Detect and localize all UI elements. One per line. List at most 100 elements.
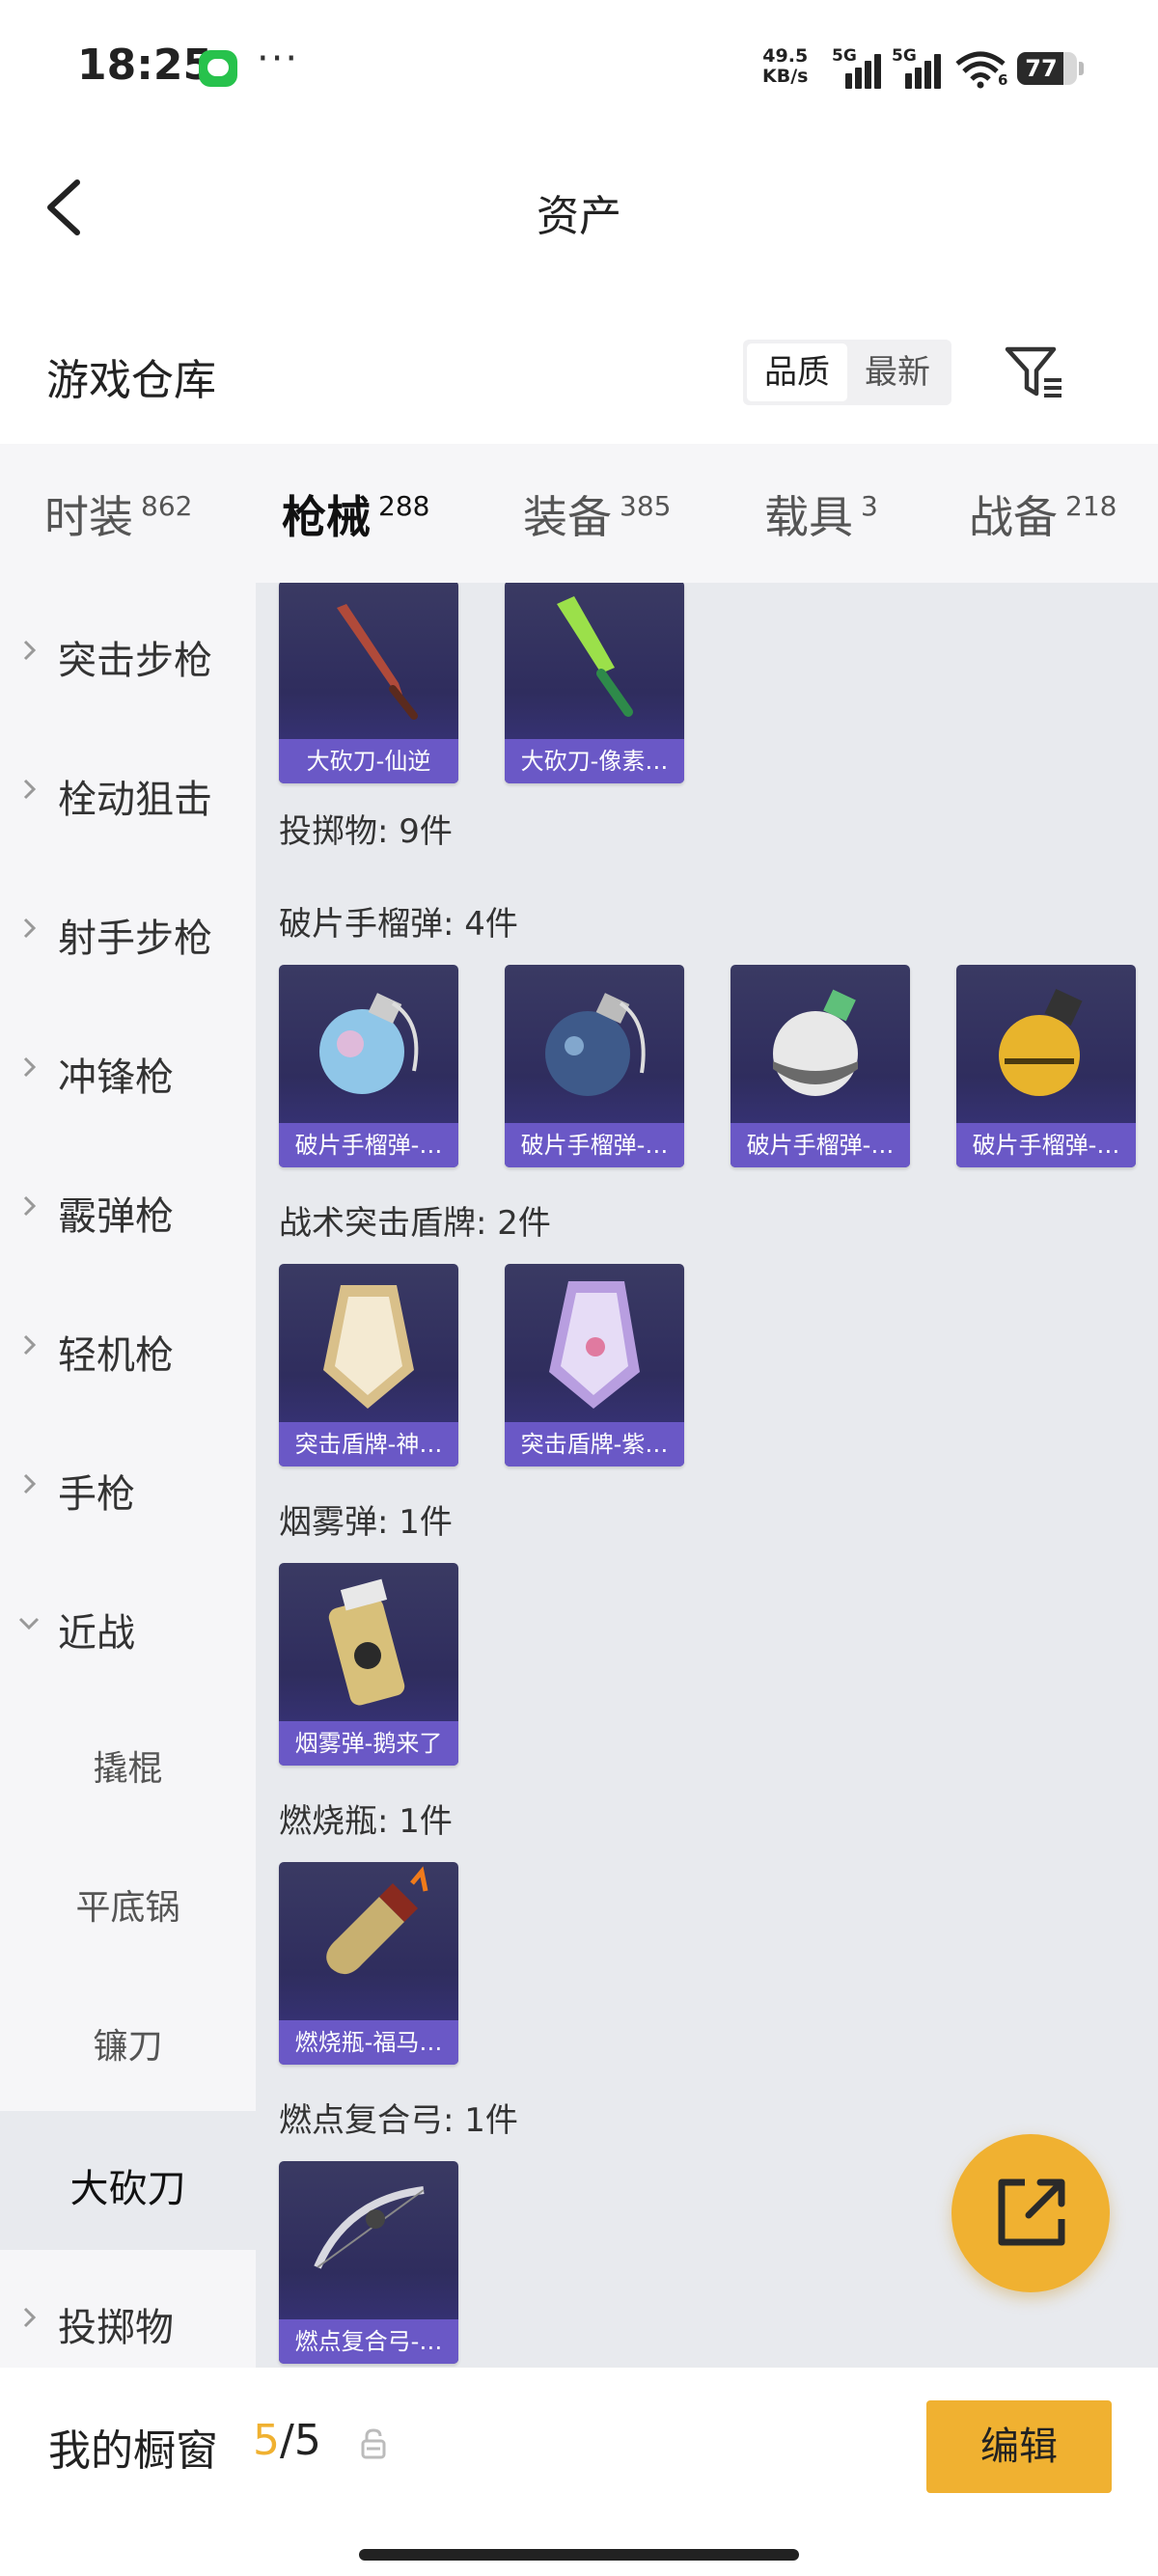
sidebar-item-melee[interactable]: 近战	[0, 1555, 256, 1694]
item-card[interactable]: 烟雾弹-鹅来了	[279, 1563, 458, 1766]
tab-count: 862	[141, 490, 193, 522]
tab-firearms[interactable]: 枪械 288	[282, 482, 430, 589]
message-app-icon	[199, 50, 237, 87]
item-caption: 破片手榴弹-…	[956, 1123, 1136, 1167]
filter-icon[interactable]	[1004, 343, 1065, 401]
sidebar-item-label: 投掷物	[58, 2306, 174, 2350]
tab-count: 385	[620, 490, 672, 522]
item-card[interactable]: 破片手榴弹-…	[731, 965, 910, 1167]
item-caption: 突击盾牌-紫…	[505, 1422, 684, 1466]
network-speed-unit: KB/s	[762, 66, 809, 87]
status-bar: 18:25 ··· 49.5 KB/s 5G 5G 6 77	[0, 0, 1158, 135]
warehouse-title: 游戏仓库	[46, 356, 216, 405]
battery-icon: 77	[1017, 52, 1077, 85]
machete-green-icon	[557, 596, 633, 717]
item-caption: 破片手榴弹-…	[731, 1123, 910, 1167]
sidebar-item-pistol[interactable]: 手枪	[0, 1416, 256, 1555]
network-speed: 49.5 KB/s	[762, 46, 808, 87]
grenade-gold-icon	[999, 988, 1083, 1096]
chevron-right-icon	[23, 1056, 37, 1078]
share-icon	[998, 2179, 1065, 2246]
tab-label: 枪械	[282, 491, 371, 543]
grenade-white-icon	[773, 989, 858, 1096]
sidebar-item-label: 近战	[58, 1611, 135, 1656]
item-card[interactable]: 燃烧瓶-福马…	[279, 1862, 458, 2065]
share-button[interactable]	[951, 2134, 1110, 2292]
compound-bow-icon	[314, 2186, 425, 2269]
item-card[interactable]: 大砍刀-仙逆	[279, 583, 458, 783]
tab-vehicles[interactable]: 载具 3	[764, 482, 878, 546]
wifi-label: 6	[998, 71, 1008, 89]
sidebar-item-bolt-sniper[interactable]: 栓动狙击	[0, 722, 256, 861]
tab-battle-gear[interactable]: 战备 218	[969, 482, 1117, 546]
sidebar-item-label: 射手步枪	[58, 917, 212, 961]
item-card[interactable]: 突击盾牌-紫…	[505, 1264, 684, 1466]
sidebar-item-label: 栓动狙击	[58, 778, 212, 822]
item-card[interactable]: 破片手榴弹-…	[279, 965, 458, 1167]
sidebar-item-label: 镰刀	[93, 2027, 163, 2067]
item-card[interactable]: 燃点复合弓-…	[279, 2161, 458, 2364]
sidebar-item-label: 大砍刀	[69, 2167, 186, 2211]
tab-label: 装备	[523, 491, 612, 543]
sidebar-item-label: 冲锋枪	[58, 1055, 174, 1100]
chevron-right-icon	[23, 2307, 37, 2328]
tab-fashion[interactable]: 时装 862	[44, 482, 192, 546]
item-caption: 烟雾弹-鹅来了	[279, 1721, 458, 1766]
section-heading: 投掷物: 9件	[279, 812, 453, 851]
item-card[interactable]: 大砍刀-像素…	[505, 583, 684, 783]
home-indicator[interactable]	[359, 2549, 799, 2561]
sidebar-item-label: 轻机枪	[58, 1333, 174, 1378]
shield-purple-icon	[549, 1281, 640, 1409]
grenade-dark-icon	[545, 993, 646, 1096]
showcase-total: /5	[280, 2416, 321, 2465]
section-heading: 破片手榴弹: 4件	[279, 905, 518, 944]
chevron-right-icon	[23, 1473, 37, 1494]
sort-quality-button[interactable]: 品质	[747, 343, 847, 401]
item-caption: 燃点复合弓-…	[279, 2319, 458, 2364]
chevron-right-icon	[23, 640, 37, 661]
sidebar-item-assault-rifle[interactable]: 突击步枪	[0, 583, 256, 722]
sidebar-subitem-sickle[interactable]: 镰刀	[0, 1972, 256, 2111]
tab-equipment[interactable]: 装备 385	[523, 482, 671, 546]
sidebar-item-marksman-rifle[interactable]: 射手步枪	[0, 861, 256, 1000]
section-heading: 战术突击盾牌: 2件	[279, 1204, 551, 1243]
sidebar-subitem-frying-pan[interactable]: 平底锅	[0, 1833, 256, 1972]
showcase-current: 5	[253, 2416, 280, 2465]
sort-newest-button[interactable]: 最新	[847, 343, 948, 401]
chevron-right-icon	[23, 918, 37, 939]
machete-red-icon	[337, 604, 418, 720]
showcase-label: 我的橱窗	[48, 2426, 218, 2476]
page-title: 资产	[537, 192, 621, 241]
section-heading: 燃烧瓶: 1件	[279, 1802, 453, 1841]
item-card[interactable]: 破片手榴弹-…	[505, 965, 684, 1167]
signal-2-label: 5G	[892, 46, 917, 66]
item-caption: 破片手榴弹-…	[279, 1123, 458, 1167]
smoke-grenade-icon	[328, 1578, 405, 1706]
item-caption: 突击盾牌-神…	[279, 1422, 458, 1466]
tab-label: 时装	[44, 491, 133, 543]
molotov-icon	[326, 1866, 428, 1975]
edit-button[interactable]: 编辑	[926, 2400, 1112, 2493]
tab-count: 288	[378, 490, 430, 522]
sidebar-item-label: 撬棍	[93, 1749, 163, 1789]
sidebar-subitem-crowbar[interactable]: 撬棍	[0, 1694, 256, 1833]
sort-toggle: 品质 最新	[743, 340, 951, 405]
item-card[interactable]: 突击盾牌-神…	[279, 1264, 458, 1466]
sidebar-subitem-machete[interactable]: 大砍刀	[0, 2111, 256, 2250]
item-card[interactable]: 破片手榴弹-…	[956, 965, 1136, 1167]
sidebar-item-shotgun[interactable]: 霰弹枪	[0, 1138, 256, 1277]
tab-count: 218	[1065, 490, 1117, 522]
shield-gold-icon	[323, 1285, 414, 1409]
network-speed-value: 49.5	[762, 45, 809, 67]
weapon-type-sidebar: 突击步枪 栓动狙击 射手步枪 冲锋枪 霰弹枪 轻机枪 手枪 近战 撬棍 平底锅 …	[0, 583, 256, 2368]
category-tabs: 时装 862 枪械 288 装备 385 载具 3 战备 218	[0, 444, 1158, 589]
grenade-blue-icon	[319, 993, 419, 1094]
sidebar-item-lmg[interactable]: 轻机枪	[0, 1277, 256, 1416]
battery-level: 77	[1025, 55, 1058, 82]
chevron-right-icon	[23, 1334, 37, 1356]
sidebar-item-smg[interactable]: 冲锋枪	[0, 1000, 256, 1138]
cellular-signal-2-icon: 5G	[892, 46, 950, 89]
sidebar-item-label: 手枪	[58, 1472, 135, 1517]
item-caption: 大砍刀-像素…	[505, 739, 684, 783]
battery-cap-icon	[1079, 62, 1084, 75]
